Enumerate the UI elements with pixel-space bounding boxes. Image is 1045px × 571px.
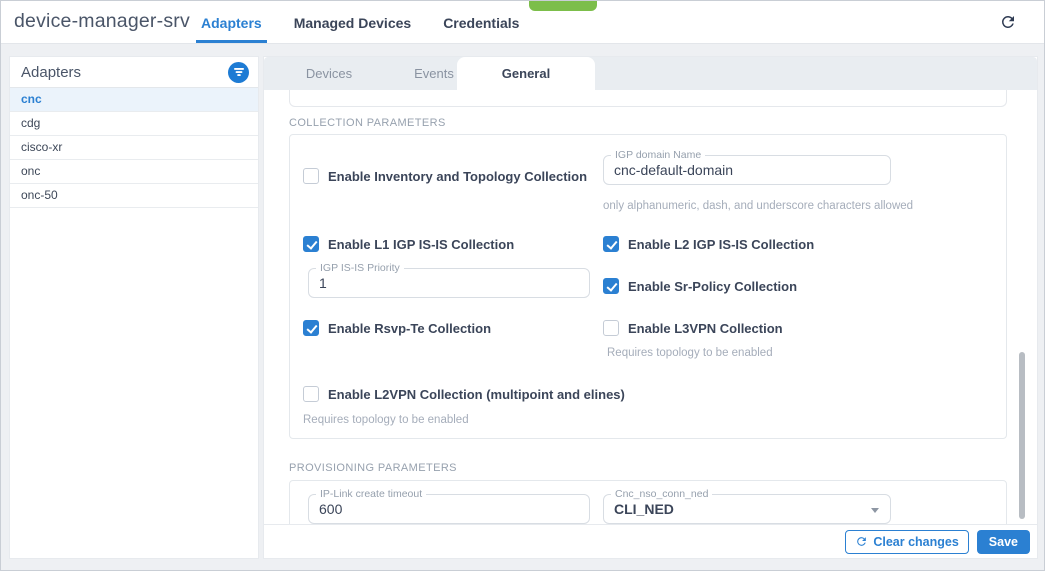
collection-fieldset: Enable Inventory and Topology Collection…	[289, 134, 1007, 439]
refresh-button[interactable]	[998, 13, 1018, 33]
igp-domain-name-input[interactable]: IGP domain Name cnc-default-domain	[603, 155, 891, 185]
l2vpn-checkbox-row: Enable L2VPN Collection (multipoint and …	[303, 386, 625, 402]
sidebar-item-cdg[interactable]: cdg	[10, 112, 258, 136]
l3vpn-label: Enable L3VPN Collection	[628, 321, 783, 336]
main-panel: Devices Events General COLLECTION PARAME…	[263, 56, 1038, 559]
igp-domain-name-label: IGP domain Name	[611, 149, 705, 161]
tab-credentials[interactable]: Credentials	[438, 1, 524, 43]
tab-adapters[interactable]: Adapters	[196, 1, 267, 43]
header-tabs: Adapters Managed Devices Credentials	[196, 1, 524, 43]
section-label-provisioning: PROVISIONING PARAMETERS	[289, 462, 457, 474]
l2vpn-helper: Requires topology to be enabled	[303, 414, 469, 426]
cnc-nso-conn-ned-label: Cnc_nso_conn_ned	[611, 488, 712, 500]
refresh-icon	[855, 535, 868, 548]
sidebar-item-cnc[interactable]: cnc	[10, 88, 258, 112]
content-tabbar: Devices Events General	[264, 57, 1037, 90]
l2vpn-checkbox[interactable]	[303, 386, 319, 402]
filter-icon	[233, 65, 245, 80]
page-title: device-manager-srv	[14, 10, 190, 33]
device-manager-window: device-manager-srv Adapters Managed Devi…	[0, 0, 1045, 571]
filter-button[interactable]	[228, 62, 249, 83]
clear-changes-label: Clear changes	[873, 535, 958, 549]
green-status-chip[interactable]	[529, 1, 597, 11]
igp-priority-input[interactable]: IGP IS-IS Priority 1	[308, 268, 590, 298]
ip-link-timeout-label: IP-Link create timeout	[316, 488, 426, 500]
inventory-topology-checkbox-row: Enable Inventory and Topology Collection	[303, 168, 587, 184]
rsvp-te-checkbox[interactable]	[303, 320, 319, 336]
l2-igp-checkbox[interactable]	[603, 236, 619, 252]
sidebar-header: Adapters	[10, 57, 258, 88]
sidebar-item-onc[interactable]: onc	[10, 160, 258, 184]
inventory-topology-checkbox[interactable]	[303, 168, 319, 184]
general-tab-content: COLLECTION PARAMETERS Enable Inventory a…	[264, 90, 1037, 524]
app-header: device-manager-srv Adapters Managed Devi…	[1, 1, 1044, 44]
l3vpn-helper: Requires topology to be enabled	[607, 347, 773, 359]
sidebar-item-cisco-xr[interactable]: cisco-xr	[10, 136, 258, 160]
adapters-sidebar: Adapters cnc cdg cisco-xr onc onc-50	[9, 56, 259, 559]
section-label-collection: COLLECTION PARAMETERS	[289, 117, 446, 129]
scrollbar-thumb[interactable]	[1019, 352, 1025, 519]
sr-policy-checkbox[interactable]	[603, 278, 619, 294]
chevron-down-icon	[871, 508, 879, 513]
sr-policy-checkbox-row: Enable Sr-Policy Collection	[603, 278, 797, 294]
igp-domain-helper: only alphanumeric, dash, and underscore …	[603, 200, 913, 212]
rsvp-te-checkbox-row: Enable Rsvp-Te Collection	[303, 320, 491, 336]
l1-igp-checkbox-row: Enable L1 IGP IS-IS Collection	[303, 236, 514, 252]
tab-managed-devices[interactable]: Managed Devices	[289, 1, 417, 43]
clear-changes-button[interactable]: Clear changes	[845, 530, 968, 554]
l3vpn-checkbox-row: Enable L3VPN Collection	[603, 320, 783, 336]
tab-general[interactable]: General	[457, 57, 595, 90]
truncated-fieldset	[289, 90, 1007, 107]
l2-igp-label: Enable L2 IGP IS-IS Collection	[628, 237, 814, 252]
sidebar-title: Adapters	[21, 64, 81, 81]
refresh-icon	[999, 19, 1017, 34]
save-button[interactable]: Save	[977, 530, 1030, 554]
adapter-list: cnc cdg cisco-xr onc onc-50	[10, 88, 258, 208]
rsvp-te-label: Enable Rsvp-Te Collection	[328, 321, 491, 336]
l1-igp-label: Enable L1 IGP IS-IS Collection	[328, 237, 514, 252]
ip-link-timeout-input[interactable]: IP-Link create timeout 600	[308, 494, 590, 524]
l3vpn-checkbox[interactable]	[603, 320, 619, 336]
provisioning-fieldset: IP-Link create timeout 600 Cnc_nso_conn_…	[289, 480, 1007, 524]
cnc-nso-conn-ned-select[interactable]: Cnc_nso_conn_ned CLI_NED	[603, 494, 891, 524]
l2vpn-label: Enable L2VPN Collection (multipoint and …	[328, 387, 625, 402]
l2-igp-checkbox-row: Enable L2 IGP IS-IS Collection	[603, 236, 814, 252]
tab-devices[interactable]: Devices	[274, 57, 384, 90]
save-label: Save	[989, 535, 1018, 549]
inventory-topology-label: Enable Inventory and Topology Collection	[328, 169, 587, 184]
l1-igp-checkbox[interactable]	[303, 236, 319, 252]
igp-priority-label: IGP IS-IS Priority	[316, 262, 404, 274]
action-bar: Clear changes Save	[264, 524, 1037, 558]
sr-policy-label: Enable Sr-Policy Collection	[628, 279, 797, 294]
sidebar-item-onc-50[interactable]: onc-50	[10, 184, 258, 208]
